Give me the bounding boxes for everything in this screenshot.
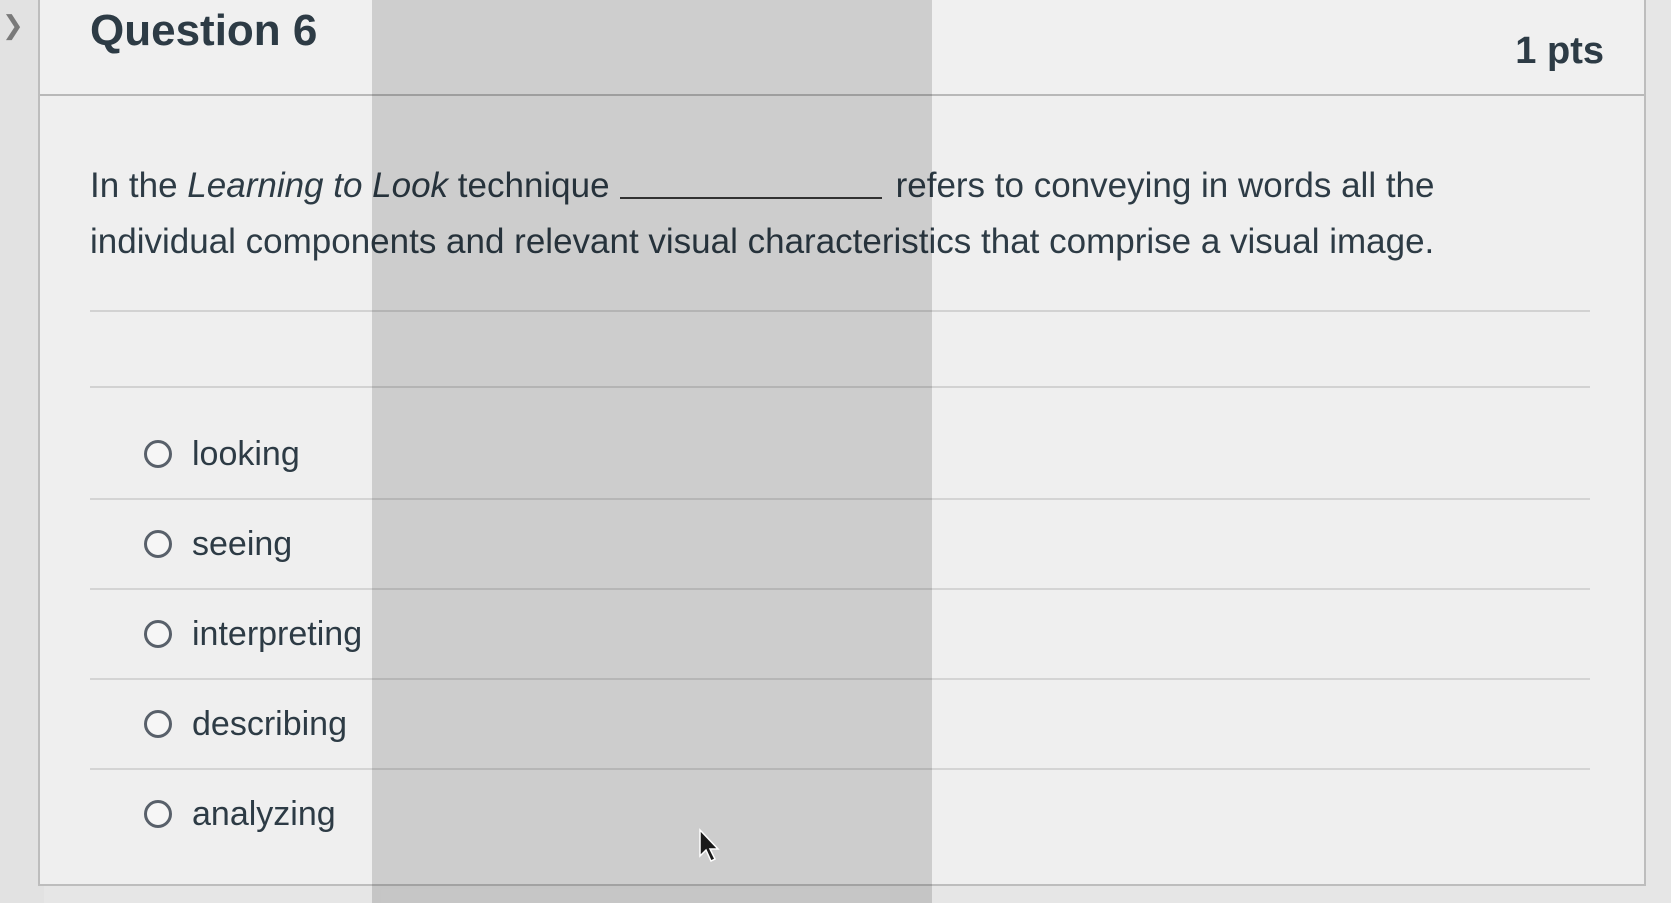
divider (90, 310, 1590, 312)
chevron-right-icon[interactable]: ❯ (2, 12, 24, 40)
question-title: Question 6 (90, 6, 318, 55)
radio-icon[interactable] (144, 530, 172, 558)
divider (90, 386, 1590, 388)
answer-option-describing[interactable]: describing (90, 680, 1590, 770)
radio-icon[interactable] (144, 710, 172, 738)
question-points: 1 pts (1515, 30, 1604, 72)
answer-label[interactable]: seeing (192, 525, 292, 564)
question-text-part2: technique (448, 166, 610, 205)
question-text-italic: Learning to Look (187, 166, 449, 205)
answer-option-seeing[interactable]: seeing (90, 500, 1590, 590)
answer-label[interactable]: analyzing (192, 795, 336, 834)
radio-icon[interactable] (144, 440, 172, 468)
answer-label[interactable]: looking (192, 435, 300, 474)
radio-icon[interactable] (144, 800, 172, 828)
question-text-part1: In the (90, 166, 188, 205)
radio-icon[interactable] (144, 620, 172, 648)
mouse-pointer-icon (699, 828, 720, 863)
answer-list: looking seeing interpreting describing a… (90, 410, 1590, 858)
answer-label[interactable]: interpreting (192, 615, 362, 654)
answer-option-looking[interactable]: looking (90, 410, 1590, 500)
question-header: Question 6 1 pts (40, 0, 1644, 96)
question-text: In the Learning to Look technique refers … (90, 158, 1570, 270)
answer-option-interpreting[interactable]: interpreting (90, 590, 1590, 680)
answer-label[interactable]: describing (192, 705, 347, 744)
fill-in-blank (619, 196, 882, 199)
screen: ❯ Question 6 1 pts In the Learning to Lo… (0, 0, 1671, 903)
question-card: Question 6 1 pts In the Learning to Look… (38, 0, 1646, 886)
answer-option-analyzing[interactable]: analyzing (90, 770, 1590, 858)
